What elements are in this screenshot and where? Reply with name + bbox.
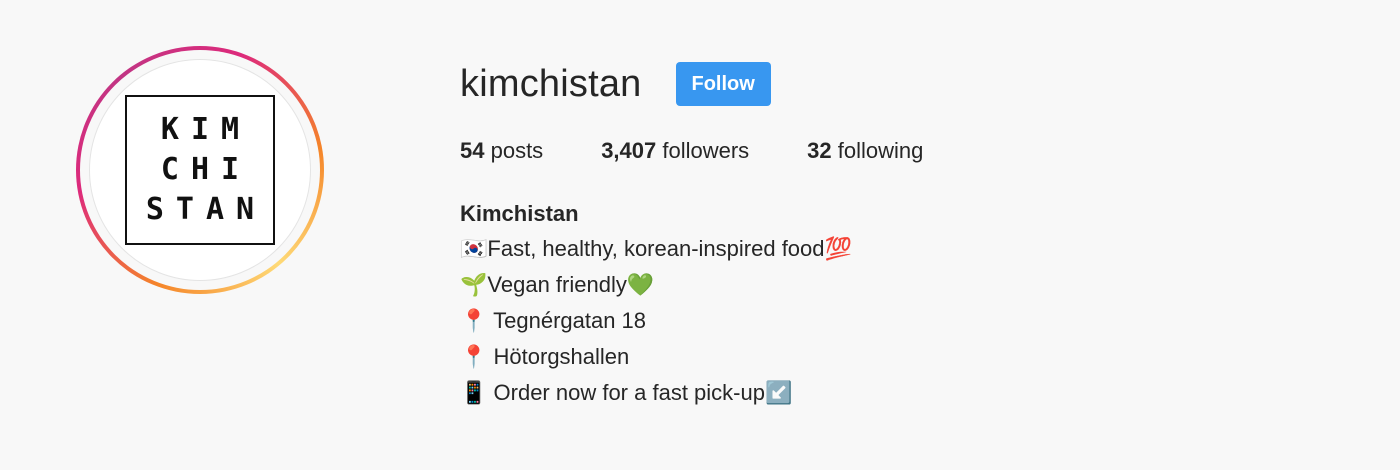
arrow-down-left-icon: ↙️	[764, 381, 793, 406]
following-stat[interactable]: 32 following	[807, 138, 923, 164]
bio: Kimchistan 🇰🇷Fast, healthy, korean-inspi…	[460, 196, 981, 411]
profile-stats: 54 posts 3,407 followers 32 following	[460, 138, 981, 164]
logo-line-1: KIM	[160, 112, 252, 147]
story-ring[interactable]: KIM CHI STAN	[76, 46, 324, 294]
bio-text: Order now for a fast pick-up	[487, 380, 765, 405]
profile-info: kimchistan Follow 54 posts 3,407 followe…	[460, 58, 981, 411]
bio-line: 🌱Vegan friendly💚	[460, 267, 981, 303]
logo-line-2: CHI	[160, 152, 252, 187]
bio-name: Kimchistan	[460, 201, 579, 226]
seedling-icon: 🌱	[460, 273, 488, 298]
avatar-gap: KIM CHI STAN	[80, 50, 320, 290]
kimchistan-logo: KIM CHI STAN	[125, 95, 275, 245]
bio-text: Tegnérgatan 18	[487, 308, 647, 333]
bio-line: 📱 Order now for a fast pick-up↙️	[460, 375, 981, 411]
following-label: following	[831, 138, 924, 163]
username: kimchistan	[460, 62, 642, 105]
bio-line: 📍 Hötorgshallen	[460, 339, 981, 375]
following-count: 32	[807, 138, 832, 163]
bio-line: 🇰🇷Fast, healthy, korean-inspired food💯	[460, 231, 981, 267]
hundred-points-icon: 💯	[824, 237, 852, 262]
followers-stat[interactable]: 3,407 followers	[601, 138, 749, 164]
posts-stat[interactable]: 54 posts	[460, 138, 543, 164]
bio-text: Vegan friendly	[487, 272, 627, 297]
posts-label: posts	[484, 138, 544, 163]
bio-text: Fast, healthy, korean-inspired food	[487, 236, 825, 261]
bio-text: Hötorgshallen	[487, 344, 630, 369]
mobile-phone-icon: 📱	[460, 381, 488, 406]
follow-button[interactable]: Follow	[675, 62, 771, 106]
green-heart-icon: 💚	[626, 273, 655, 298]
korea-flag-icon: 🇰🇷	[460, 237, 488, 262]
avatar[interactable]: KIM CHI STAN	[89, 59, 311, 281]
bio-line: 📍 Tegnérgatan 18	[460, 303, 981, 339]
profile-page: KIM CHI STAN kimchistan Follow 54 posts …	[0, 0, 1400, 470]
followers-label: followers	[656, 138, 750, 163]
title-row: kimchistan Follow	[460, 58, 981, 110]
followers-count: 3,407	[601, 138, 657, 163]
pin-icon: 📍	[460, 345, 488, 370]
posts-count: 54	[460, 138, 485, 163]
logo-line-3: STAN	[145, 192, 267, 227]
pin-icon: 📍	[460, 309, 488, 334]
